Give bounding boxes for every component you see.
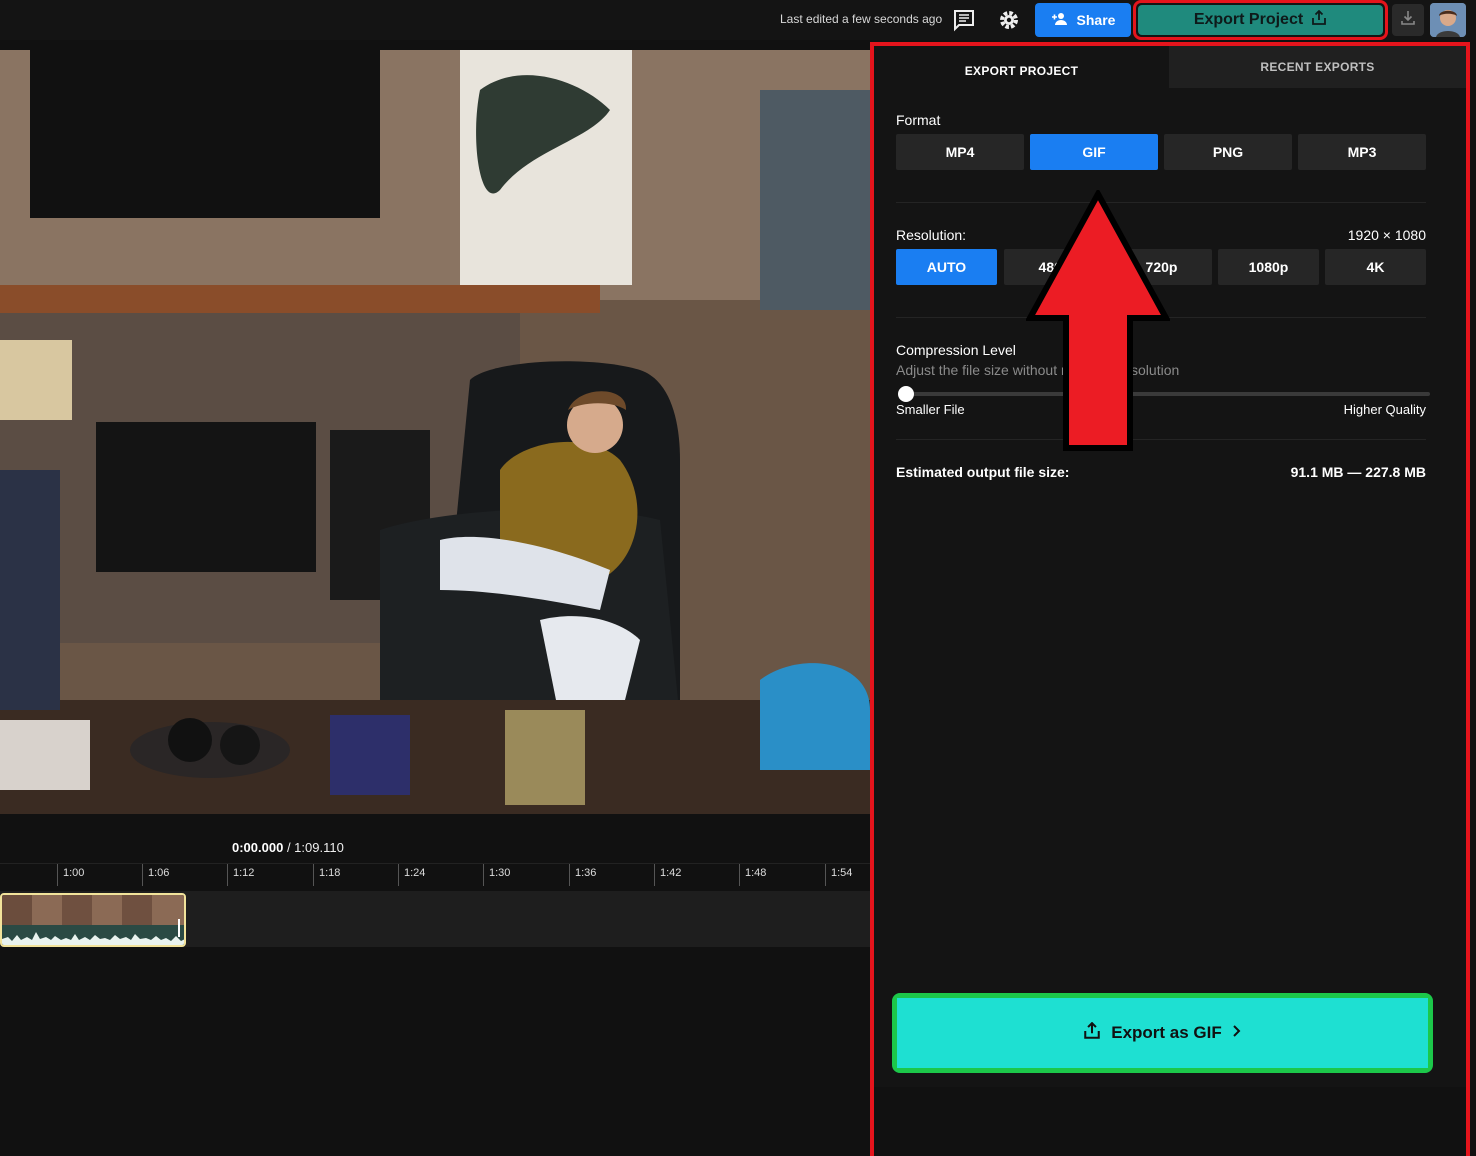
video-track (0, 891, 870, 947)
estimate-label: Estimated output file size: (896, 464, 1070, 480)
last-edited-status: Last edited a few seconds ago (780, 12, 943, 26)
compression-slider-handle[interactable] (898, 386, 914, 402)
current-time: 0:00.000 (232, 840, 284, 855)
export-tabs: EXPORT PROJECT RECENT EXPORTS (874, 46, 1466, 88)
format-mp4-button[interactable]: MP4 (896, 134, 1024, 170)
tick-label: 1:06 (142, 864, 169, 886)
annotation-arrow-icon (1024, 187, 1172, 452)
export-as-gif-label: Export as GIF (1111, 1023, 1222, 1042)
panel-footer (874, 1087, 1466, 1156)
top-bar: Last edited a few seconds ago Share Expo… (0, 0, 1476, 40)
export-project-highlight: Export Project (1133, 0, 1388, 40)
gear-icon[interactable] (997, 8, 1021, 32)
chevron-right-icon (1232, 1023, 1242, 1043)
estimate-value: 91.1 MB — 227.8 MB (1290, 464, 1426, 480)
avatar[interactable] (1430, 3, 1466, 37)
tick-label: 1:36 (569, 864, 596, 886)
resolution-auto-button[interactable]: AUTO (896, 249, 997, 285)
resolution-label: Resolution: (896, 227, 967, 243)
tab-recent-exports[interactable]: RECENT EXPORTS (1169, 46, 1466, 88)
export-project-button[interactable]: Export Project (1138, 5, 1383, 35)
tick-label: 1:42 (654, 864, 681, 886)
download-button[interactable] (1392, 4, 1424, 36)
tab-export-project[interactable]: EXPORT PROJECT (874, 46, 1169, 88)
export-as-gif-button[interactable]: Export as GIF (897, 998, 1428, 1068)
resolution-1080p-button[interactable]: 1080p (1218, 249, 1319, 285)
download-icon (1400, 10, 1416, 31)
upload-icon (1311, 9, 1327, 31)
comments-icon[interactable] (952, 8, 976, 32)
video-preview[interactable] (0, 50, 870, 814)
export-cta-highlight: Export as GIF (892, 993, 1433, 1073)
resolution-value: 1920 × 1080 (1347, 227, 1426, 243)
tick-label: 1:48 (739, 864, 766, 886)
format-png-button[interactable]: PNG (1164, 134, 1292, 170)
share-label: Share (1076, 12, 1116, 28)
format-mp3-button[interactable]: MP3 (1298, 134, 1426, 170)
tick-label: 1:30 (483, 864, 510, 886)
share-button[interactable]: Share (1035, 3, 1131, 37)
slider-min-label: Smaller File (896, 402, 965, 417)
video-clip[interactable] (0, 893, 186, 947)
compression-label: Compression Level (896, 342, 1016, 358)
upload-icon (1083, 1021, 1101, 1045)
timeline-ruler[interactable]: 1:00 1:06 1:12 1:18 1:24 1:30 1:36 1:42 … (0, 863, 870, 889)
add-user-icon (1051, 12, 1069, 29)
tick-label: 1:00 (57, 864, 84, 886)
time-separator: / (283, 840, 295, 855)
export-project-label: Export Project (1193, 11, 1304, 28)
tick-label: 1:24 (398, 864, 425, 886)
tick-label: 1:18 (313, 864, 340, 886)
format-gif-button[interactable]: GIF (1030, 134, 1158, 170)
export-panel: EXPORT PROJECT RECENT EXPORTS Format MP4… (870, 42, 1470, 1156)
format-label: Format (896, 112, 941, 128)
tick-label: 1:54 (825, 864, 852, 886)
slider-max-label: Higher Quality (1343, 402, 1426, 417)
timecode: 0:00.000 / 1:09.110 (232, 840, 344, 855)
tick-label: 1:12 (227, 864, 254, 886)
total-time: 1:09.110 (294, 840, 344, 855)
resolution-4k-button[interactable]: 4K (1325, 249, 1426, 285)
